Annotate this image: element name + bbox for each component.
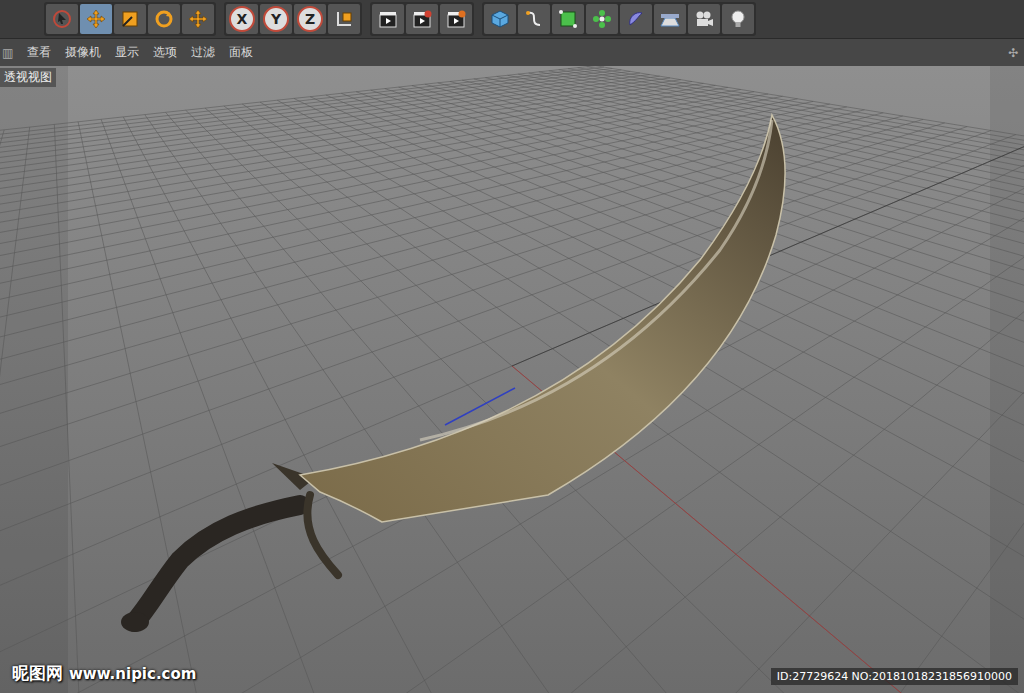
grid-line bbox=[399, 87, 1024, 693]
floor-grid bbox=[0, 66, 1024, 693]
grid-line bbox=[385, 89, 1024, 693]
blade bbox=[300, 115, 785, 522]
tool-button[interactable] bbox=[688, 4, 720, 34]
axis-button[interactable]: Y bbox=[260, 4, 292, 34]
cube-icon bbox=[490, 9, 510, 29]
coord-icon bbox=[334, 9, 354, 29]
tool-button[interactable] bbox=[328, 4, 360, 34]
grid-line bbox=[0, 116, 903, 693]
tool-group: XYZ bbox=[224, 2, 362, 36]
tool-group bbox=[44, 2, 216, 36]
menu-item[interactable]: 查看 bbox=[27, 42, 51, 63]
tool-button[interactable] bbox=[46, 4, 78, 34]
rotate-icon bbox=[154, 9, 174, 29]
array-icon bbox=[592, 9, 612, 29]
light-icon bbox=[728, 9, 748, 29]
grid-line bbox=[260, 102, 1024, 693]
axis-button[interactable]: Z bbox=[294, 4, 326, 34]
grid-line bbox=[0, 119, 923, 693]
axis-label: X bbox=[229, 6, 255, 32]
camera-icon bbox=[694, 9, 714, 29]
render-settings-icon bbox=[446, 9, 466, 29]
grid-line bbox=[0, 107, 847, 693]
grid-line bbox=[425, 84, 1024, 693]
tool-group bbox=[482, 2, 756, 36]
scale-icon bbox=[120, 9, 140, 29]
transform-icon bbox=[188, 9, 208, 29]
viewport[interactable]: 透视视图昵图网www.nipic.com ID:27729624 NO:20181… bbox=[0, 66, 1024, 693]
handle bbox=[135, 505, 300, 622]
grid-line bbox=[412, 86, 1024, 693]
watermark-logo: 昵图网www.nipic.com bbox=[12, 662, 196, 685]
viewport-menu-bar: ▥ 查看摄像机显示选项过滤面板 ✣ bbox=[0, 39, 1024, 66]
axis-arrow bbox=[445, 388, 515, 425]
menu-item[interactable]: 摄像机 bbox=[65, 42, 101, 63]
select-icon bbox=[52, 9, 72, 29]
grid-line bbox=[0, 73, 640, 292]
menu-item[interactable]: 选项 bbox=[153, 42, 177, 63]
tool-button[interactable] bbox=[484, 4, 516, 34]
tool-button[interactable] bbox=[552, 4, 584, 34]
grid-line bbox=[0, 123, 945, 693]
grid-line bbox=[0, 101, 813, 693]
grid-line bbox=[0, 70, 621, 262]
move-icon bbox=[86, 9, 106, 29]
safe-frame-left bbox=[0, 66, 68, 693]
tool-button[interactable] bbox=[114, 4, 146, 34]
grid-line bbox=[0, 75, 650, 310]
blade-edge bbox=[420, 120, 772, 440]
grid-line bbox=[294, 98, 1024, 693]
menu-item[interactable]: 显示 bbox=[115, 42, 139, 63]
guard-claw bbox=[307, 495, 338, 575]
cinema4d-window: XYZ ▥ 查看摄像机显示选项过滤面板 ✣ 透视视图昵图网www.nipic.com ID… bbox=[0, 0, 1024, 693]
grid-line bbox=[224, 106, 1024, 693]
tool-button[interactable] bbox=[722, 4, 754, 34]
grid-line bbox=[0, 87, 728, 523]
tool-button[interactable] bbox=[148, 4, 180, 34]
tool-button[interactable] bbox=[80, 4, 112, 34]
tool-group bbox=[370, 2, 474, 36]
deformer-icon bbox=[626, 9, 646, 29]
nurbs-icon bbox=[558, 9, 578, 29]
axis-label: Y bbox=[263, 6, 289, 32]
pommel bbox=[121, 612, 149, 632]
axis-button[interactable]: X bbox=[226, 4, 258, 34]
tool-button[interactable] bbox=[518, 4, 550, 34]
tool-button[interactable] bbox=[406, 4, 438, 34]
tool-button[interactable] bbox=[182, 4, 214, 34]
tool-button[interactable] bbox=[440, 4, 472, 34]
grip-icon: ▥ bbox=[2, 46, 13, 60]
toolbar: XYZ bbox=[0, 0, 1024, 39]
tool-button[interactable] bbox=[586, 4, 618, 34]
grid-line bbox=[0, 76, 660, 329]
menu-item[interactable]: 面板 bbox=[229, 42, 253, 63]
grid-line bbox=[356, 92, 1024, 693]
floor-icon bbox=[660, 9, 680, 29]
grid-line bbox=[0, 66, 596, 226]
grid-line bbox=[462, 80, 1024, 693]
viewport-canvas[interactable] bbox=[0, 66, 1024, 693]
watermark-id: ID:27729624 NO:20181018231856910000 bbox=[771, 668, 1018, 685]
tool-button[interactable] bbox=[654, 4, 686, 34]
grid-line bbox=[0, 80, 681, 377]
tool-button[interactable] bbox=[372, 4, 404, 34]
viewport-title: 透视视图 bbox=[0, 68, 56, 87]
render-view-icon bbox=[412, 9, 432, 29]
grid-line bbox=[0, 130, 4, 693]
grid-line bbox=[0, 67, 604, 237]
spline-icon bbox=[524, 9, 544, 29]
sword-model[interactable] bbox=[121, 115, 785, 632]
grid-line bbox=[450, 82, 1024, 693]
tool-button[interactable] bbox=[620, 4, 652, 34]
grid-line bbox=[0, 69, 613, 250]
menu-item[interactable]: 过滤 bbox=[191, 42, 215, 63]
navigate-icon[interactable]: ✣ bbox=[1008, 46, 1018, 60]
grid-line bbox=[0, 99, 798, 693]
axis-label: Z bbox=[297, 6, 323, 32]
grid-line bbox=[0, 110, 865, 693]
render-icon bbox=[378, 9, 398, 29]
